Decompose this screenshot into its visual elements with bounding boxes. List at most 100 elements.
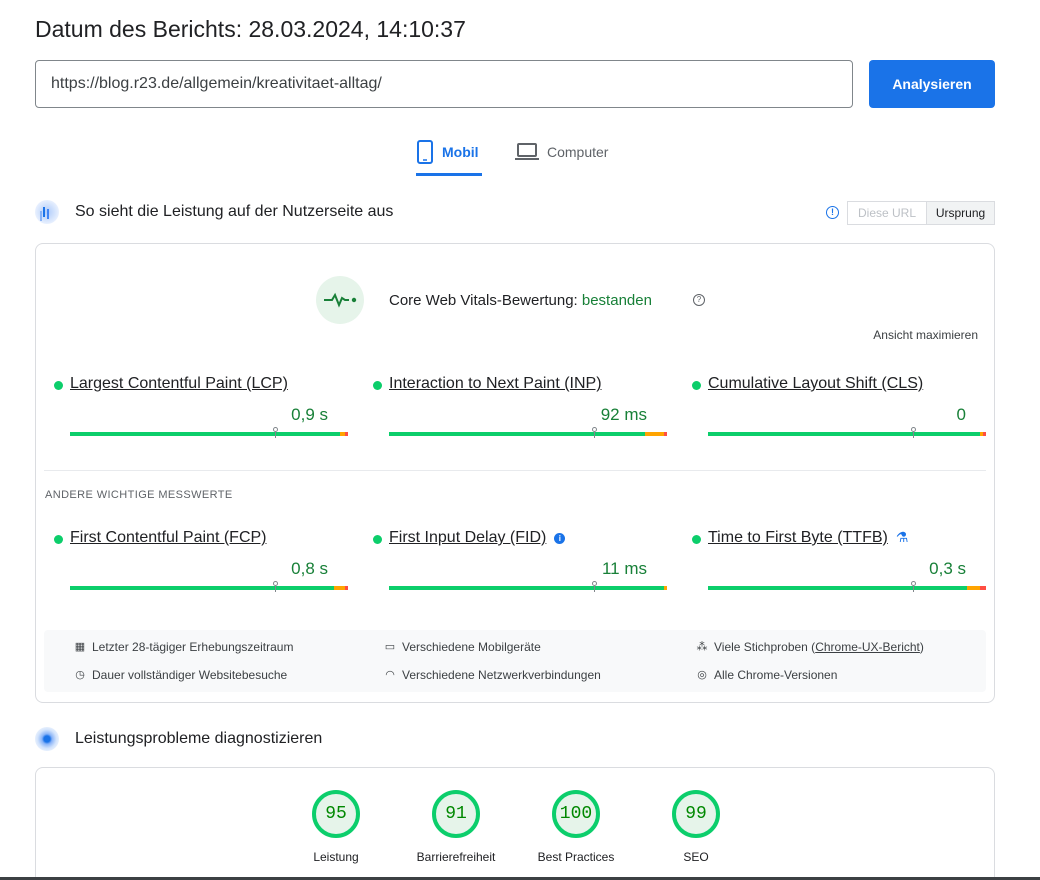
tab-desktop-label: Computer xyxy=(547,144,609,160)
crux-report-link[interactable]: Chrome-UX-Bericht xyxy=(815,640,920,654)
toggle-origin[interactable]: Ursprung xyxy=(926,201,995,225)
info-samples: ⁂ Viele Stichproben (Chrome-UX-Bericht) xyxy=(696,640,924,654)
cwv-status: bestanden xyxy=(581,292,652,309)
metric-ttfb-label: Time to First Byte (TTFB) xyxy=(708,529,888,546)
metric-ttfb-value: 0,3 s xyxy=(929,559,966,578)
field-section-header: So sieht die Leistung auf der Nutzerseit… xyxy=(35,200,393,224)
distribution-poor xyxy=(345,586,348,590)
score-label: Best Practices xyxy=(537,850,615,864)
toggle-this-url[interactable]: Diese URL xyxy=(847,201,927,225)
help-icon[interactable]: ? xyxy=(693,294,705,306)
metric-inp-link[interactable]: Interaction to Next Paint (INP) xyxy=(389,375,602,393)
devices-icon: ▭ xyxy=(384,641,396,653)
metric-fid-link[interactable]: First Input Delay (FID) i xyxy=(389,529,566,547)
other-metrics-heading: ANDERE WICHTIGE MESSWERTE xyxy=(45,489,233,501)
distribution-needs-improvement xyxy=(334,586,346,590)
info-visit-duration: ◷ Dauer vollständiger Websitebesuche xyxy=(74,668,287,682)
cwv-assessment-label: Core Web Vitals-Bewertung: xyxy=(389,292,578,309)
score-value: 95 xyxy=(312,790,360,838)
distribution-poor xyxy=(983,432,986,436)
info-icon[interactable]: i xyxy=(554,533,566,544)
metric-inp-value: 92 ms xyxy=(600,405,647,424)
score-gauge-seo[interactable]: 99 SEO xyxy=(646,790,746,864)
info-text-after: ) xyxy=(919,640,924,654)
percentile-marker xyxy=(910,581,916,592)
metric-fcp-value: 0,8 s xyxy=(291,559,328,578)
percentile-marker xyxy=(272,427,278,438)
lab-data-icon xyxy=(35,727,59,751)
info-text: Verschiedene Mobilgeräte xyxy=(402,640,541,654)
percentile-marker xyxy=(591,581,597,592)
tab-mobile-label: Mobil xyxy=(442,144,479,160)
metric-fid-label: First Input Delay (FID) xyxy=(389,529,547,546)
score-gauge-best-practices[interactable]: 100 Best Practices xyxy=(526,790,626,864)
metric-lcp-link[interactable]: Largest Contentful Paint (LCP) xyxy=(70,375,288,393)
distribution-good xyxy=(389,432,645,436)
info-text: Alle Chrome-Versionen xyxy=(714,668,838,682)
score-gauge-performance[interactable]: 95 Leistung xyxy=(286,790,386,864)
calendar-icon: ▦ xyxy=(74,641,86,653)
score-value: 91 xyxy=(432,790,480,838)
score-label: SEO xyxy=(683,850,709,864)
info-network: ◠ Verschiedene Netzwerkverbindungen xyxy=(384,668,601,682)
metric-fcp-link[interactable]: First Contentful Paint (FCP) xyxy=(70,529,267,547)
distribution-bar xyxy=(70,586,348,590)
metric-fid-value: 11 ms xyxy=(601,559,647,578)
percentile-marker xyxy=(272,581,278,592)
field-data-icon xyxy=(35,200,59,224)
percentile-marker xyxy=(591,427,597,438)
distribution-poor xyxy=(345,432,348,436)
expand-view-link[interactable]: Ansicht maximieren xyxy=(873,328,978,342)
info-icon[interactable]: ! xyxy=(826,206,839,219)
tab-desktop[interactable]: Computer xyxy=(515,136,625,176)
distribution-good xyxy=(708,432,981,436)
metric-cls-link[interactable]: Cumulative Layout Shift (CLS) xyxy=(708,375,923,393)
laptop-icon xyxy=(515,143,539,160)
status-dot-good xyxy=(373,535,382,544)
people-icon: ⁂ xyxy=(696,641,708,653)
info-text: Letzter 28-tägiger Erhebungszeitraum xyxy=(92,640,294,654)
info-collection-period: ▦ Letzter 28-tägiger Erhebungszeitraum xyxy=(74,640,294,654)
wifi-icon: ◠ xyxy=(385,669,395,681)
score-value: 100 xyxy=(552,790,600,838)
status-dot-good xyxy=(692,381,701,390)
tab-mobile[interactable]: Mobil xyxy=(416,136,482,176)
score-gauge-accessibility[interactable]: 91 Barrierefreiheit xyxy=(406,790,506,864)
info-text: Verschiedene Netzwerkverbindungen xyxy=(402,668,601,682)
info-text: Dauer vollständiger Websitebesuche xyxy=(92,668,288,682)
distribution-bar xyxy=(389,586,667,590)
lab-section-title: Leistungsprobleme diagnostizieren xyxy=(75,730,323,747)
flask-icon: ⚗ xyxy=(895,529,909,545)
url-input[interactable] xyxy=(35,60,853,108)
distribution-bar xyxy=(708,586,986,590)
status-dot-good xyxy=(54,381,63,390)
score-label: Barrierefreiheit xyxy=(416,850,496,864)
distribution-needs-improvement xyxy=(664,586,667,590)
analyze-button[interactable]: Analysieren xyxy=(869,60,995,108)
distribution-bar xyxy=(389,432,667,436)
distribution-poor xyxy=(980,586,986,590)
score-value: 99 xyxy=(672,790,720,838)
divider xyxy=(44,470,986,471)
distribution-good xyxy=(708,586,967,590)
distribution-bar xyxy=(708,432,986,436)
metric-lcp-value: 0,9 s xyxy=(291,405,328,424)
status-dot-good xyxy=(373,381,382,390)
distribution-needs-improvement xyxy=(644,432,665,436)
distribution-good xyxy=(389,586,665,590)
distribution-poor xyxy=(664,432,667,436)
cwv-assessment: Core Web Vitals-Bewertung: bestanden xyxy=(389,292,652,309)
field-section-title: So sieht die Leistung auf der Nutzerseit… xyxy=(75,203,394,220)
cwv-pulse-icon xyxy=(316,276,364,324)
metric-ttfb-link[interactable]: Time to First Byte (TTFB) ⚗ xyxy=(708,529,908,547)
info-text-before: Viele Stichproben ( xyxy=(714,640,816,654)
info-devices: ▭ Verschiedene Mobilgeräte xyxy=(384,640,541,654)
metric-cls-value: 0 xyxy=(956,405,966,424)
distribution-good xyxy=(70,432,340,436)
timer-icon: ◷ xyxy=(75,669,85,681)
score-label: Leistung xyxy=(313,850,359,864)
distribution-bar xyxy=(70,432,348,436)
distribution-good xyxy=(70,586,335,590)
distribution-needs-improvement xyxy=(966,586,981,590)
status-dot-good xyxy=(54,535,63,544)
